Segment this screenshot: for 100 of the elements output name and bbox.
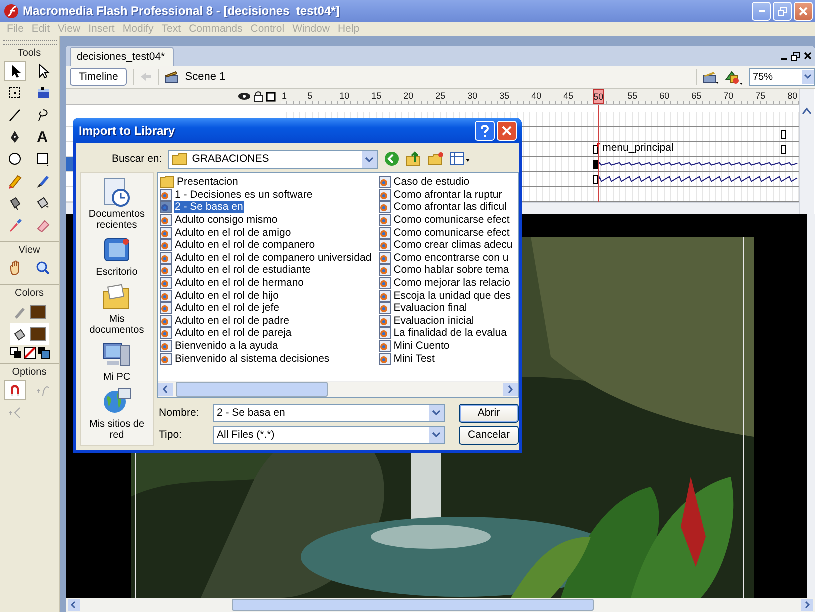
pencil-icon	[13, 305, 27, 319]
help-button[interactable]	[475, 120, 495, 140]
vertical-scrollbar[interactable]	[807, 214, 815, 598]
frame-number: 70	[724, 91, 734, 101]
new-folder-icon[interactable]	[428, 151, 444, 167]
folder-icon	[160, 176, 174, 188]
close-icon[interactable]	[804, 52, 812, 60]
file-name[interactable]: Mini Test	[392, 352, 436, 365]
view-menu-icon[interactable]	[450, 151, 470, 167]
rectangle-icon	[34, 151, 50, 167]
edit-scene-icon[interactable]	[703, 70, 719, 84]
frame-number: 75	[756, 91, 766, 101]
flash-file-icon	[160, 188, 172, 201]
magnifier-icon	[34, 260, 50, 276]
flash-file-icon	[378, 314, 391, 327]
up-folder-icon[interactable]	[406, 151, 422, 167]
frame-number: 30	[468, 91, 478, 101]
file-name[interactable]: Adulto en el rol de hijo	[174, 290, 280, 302]
scroll-left-icon[interactable]	[158, 383, 173, 396]
window-title: Macromedia Flash Professional 8 - [decisiones_test04*]	[23, 4, 341, 18]
flash-file-icon	[378, 176, 391, 188]
help-icon	[480, 124, 490, 136]
place-label[interactable]: Mi PC	[103, 372, 131, 383]
file-name[interactable]: Adulto en el rol de estudiante	[174, 264, 312, 276]
file-name[interactable]: Mini Cuento	[392, 340, 451, 352]
close-button[interactable]	[794, 2, 813, 20]
default-colors-icon[interactable]	[10, 347, 22, 359]
frame-number: 10	[340, 91, 350, 101]
fill-color-control[interactable]	[10, 323, 49, 345]
file-name[interactable]: Evaluacion inicial	[392, 314, 476, 327]
file-name[interactable]: Adulto en el rol de companero universidad	[174, 252, 373, 264]
flash-file-icon	[160, 264, 172, 276]
minimize-icon[interactable]	[781, 58, 787, 60]
zoom-field[interactable]: 75%	[749, 68, 815, 86]
file-name[interactable]: Escoja la unidad que des	[392, 290, 512, 302]
edit-symbols-icon[interactable]	[725, 70, 743, 84]
outline-icon	[266, 92, 276, 102]
line-icon	[6, 107, 22, 123]
scroll-left-icon[interactable]	[68, 599, 80, 611]
scene-label[interactable]: Scene 1	[185, 71, 226, 83]
file-name[interactable]: Bienvenido a la ayuda	[174, 340, 280, 352]
file-name[interactable]: Presentacion	[176, 176, 240, 188]
file-name[interactable]: Adulto en el rol de pareja	[174, 327, 293, 340]
dialog-title: Import to Library	[79, 124, 176, 138]
place-label[interactable]: Documentos recientes	[81, 209, 153, 231]
file-name[interactable]: Evaluacion final	[392, 302, 468, 314]
file-name[interactable]: Como mejorar las relacio	[392, 277, 512, 290]
minimize-button[interactable]	[752, 2, 771, 20]
file-name[interactable]: 1 - Decisiones es un software	[174, 188, 314, 201]
frame-number: 65	[692, 91, 702, 101]
snap-magnet-button[interactable]	[4, 380, 26, 400]
playhead[interactable]: 50	[592, 89, 604, 104]
file-name[interactable]: Como comunicarse efect	[392, 226, 511, 239]
file-name[interactable]: Adulto en el rol de hermano	[174, 277, 305, 290]
no-color-icon[interactable]	[24, 347, 36, 359]
restore-icon[interactable]	[791, 52, 800, 60]
file-name-field[interactable]: 2 - Se basa en	[213, 404, 445, 422]
file-name[interactable]: Como encontrarse con u	[392, 252, 510, 264]
restore-button[interactable]	[773, 2, 792, 20]
place-label[interactable]: Mis documentos	[81, 314, 153, 336]
vertical-scrollbar[interactable]	[799, 89, 814, 214]
paint-bucket-icon	[13, 327, 27, 341]
scroll-up-icon[interactable]	[802, 107, 812, 115]
section-label: Colors	[15, 288, 44, 299]
file-name[interactable]: Adulto en el rol de jefe	[174, 302, 280, 314]
file-name[interactable]: Como afrontar las dificul	[392, 201, 508, 214]
frame-number: 35	[500, 91, 510, 101]
frame-number: 80	[788, 91, 798, 101]
file-name[interactable]: Como hablar sobre tema	[392, 264, 510, 276]
scrollbar-thumb[interactable]	[232, 599, 594, 611]
place-label[interactable]: Escritorio	[96, 267, 138, 278]
folder-dropdown[interactable]: GRABACIONES	[168, 150, 378, 168]
file-name[interactable]: Como crear climas adecu	[392, 239, 514, 252]
file-name[interactable]: Adulto en el rol de companero	[174, 239, 316, 252]
open-button[interactable]: Abrir	[459, 404, 519, 422]
file-name[interactable]: Como comunicarse efect	[392, 214, 511, 226]
file-name[interactable]: Como afrontar la ruptur	[392, 188, 504, 201]
file-type-dropdown[interactable]: All Files (*.*)	[213, 426, 445, 444]
flash-logo-icon	[4, 4, 19, 18]
document-tab[interactable]: decisiones_test04*	[70, 47, 174, 66]
back-icon[interactable]	[384, 151, 400, 167]
text-tool[interactable]: A	[32, 127, 54, 147]
file-name[interactable]: La finalidad de la evalua	[392, 327, 508, 340]
scroll-right-icon[interactable]	[503, 383, 518, 396]
file-name[interactable]: Adulto en el rol de padre	[174, 314, 290, 327]
cancel-button[interactable]: Cancelar	[459, 426, 519, 444]
file-name[interactable]: Caso de estudio	[392, 176, 471, 188]
scroll-right-icon[interactable]	[801, 599, 813, 611]
file-name[interactable]: Adulto consigo mismo	[174, 214, 279, 226]
flash-file-icon	[378, 239, 391, 252]
place-label[interactable]: Mis sitios de red	[81, 419, 153, 441]
file-name[interactable]: 2 - Se basa en	[174, 201, 244, 214]
file-name[interactable]: Adulto en el rol de amigo	[174, 226, 292, 239]
file-name[interactable]: Bienvenido al sistema decisiones	[174, 352, 331, 365]
scrollbar-thumb[interactable]	[176, 382, 328, 397]
close-button[interactable]	[497, 120, 517, 140]
frame-number: 25	[436, 91, 446, 101]
timeline-button[interactable]: Timeline	[70, 68, 128, 86]
swap-colors-icon[interactable]	[38, 347, 50, 359]
flash-file-icon	[378, 302, 391, 314]
